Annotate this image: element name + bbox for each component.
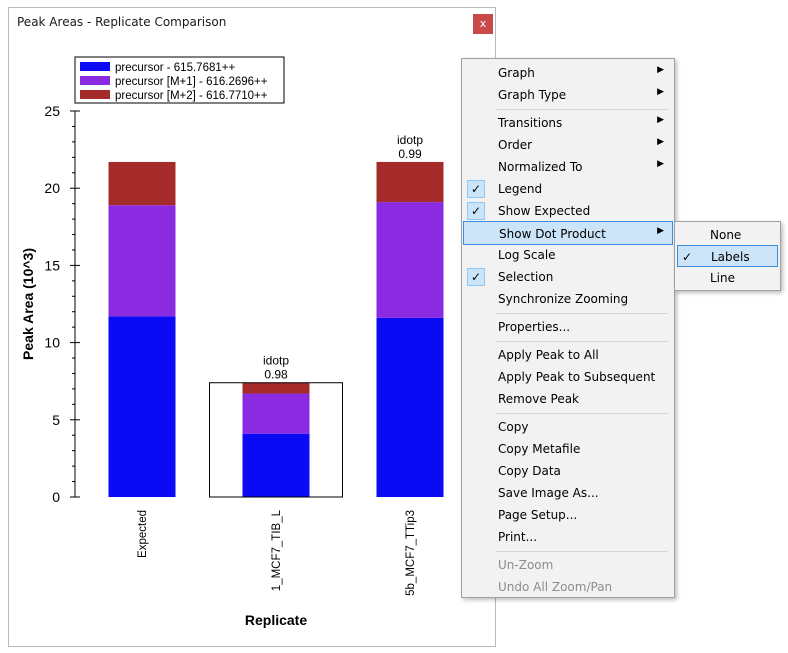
menu-item-log-scale[interactable]: Log Scale bbox=[464, 244, 672, 266]
submenu-item-label: Line bbox=[710, 271, 736, 285]
bar-segment bbox=[242, 433, 310, 497]
bar-segment bbox=[376, 161, 444, 203]
menu-item-order[interactable]: Order ▶ bbox=[464, 134, 672, 156]
y-tick-label: 10 bbox=[44, 335, 60, 351]
menu-item-synchronize-zooming[interactable]: Synchronize Zooming bbox=[464, 288, 672, 310]
submenu-item-labels[interactable]: ✓ Labels bbox=[677, 245, 778, 267]
menu-item-transitions[interactable]: Transitions ▶ bbox=[464, 112, 672, 134]
x-category-label: 5b_MCF7_TTip3 bbox=[405, 510, 417, 596]
menu-item-label: Apply Peak to All bbox=[498, 348, 599, 362]
menu-item-remove-peak[interactable]: Remove Peak bbox=[464, 388, 672, 410]
menu-separator bbox=[496, 313, 668, 314]
menu-item-label: Undo All Zoom/Pan bbox=[498, 580, 613, 594]
menu-item-normalized-to[interactable]: Normalized To ▶ bbox=[464, 156, 672, 178]
x-axis-title: Replicate bbox=[245, 612, 307, 628]
menu-item-label: Order bbox=[498, 138, 533, 152]
dot-product-value: 0.98 bbox=[264, 368, 288, 382]
submenu-item-label: None bbox=[710, 228, 742, 242]
menu-item-properties[interactable]: Properties... bbox=[464, 316, 672, 338]
submenu-arrow-icon: ▶ bbox=[657, 226, 664, 236]
menu-item-label: Normalized To bbox=[498, 160, 583, 174]
menu-item-page-setup[interactable]: Page Setup... bbox=[464, 504, 672, 526]
menu-item-show-expected[interactable]: ✓ Show Expected bbox=[464, 200, 672, 222]
menu-item-print[interactable]: Print... bbox=[464, 526, 672, 548]
y-tick-label: 0 bbox=[52, 489, 60, 505]
checkmark-icon: ✓ bbox=[467, 268, 485, 286]
menu-item-label: Copy bbox=[498, 420, 529, 434]
menu-item-copy[interactable]: Copy bbox=[464, 416, 672, 438]
menu-item-graph[interactable]: Graph ▶ bbox=[464, 62, 672, 84]
y-tick-label: 5 bbox=[52, 412, 60, 428]
menu-item-label: Graph bbox=[498, 66, 535, 80]
menu-item-show-dot-product[interactable]: Show Dot Product ▶ bbox=[463, 221, 673, 245]
menu-item-label: Selection bbox=[498, 270, 554, 284]
checkmark-icon: ✓ bbox=[682, 250, 693, 264]
menu-item-legend[interactable]: ✓ Legend bbox=[464, 178, 672, 200]
dot-product-label: idotp bbox=[263, 354, 289, 368]
menu-item-label: Save Image As... bbox=[498, 486, 599, 500]
submenu-arrow-icon: ▶ bbox=[657, 115, 664, 125]
menu-item-label: Copy Data bbox=[498, 464, 561, 478]
legend-entry: precursor [M+1] - 616.2696++ bbox=[115, 76, 268, 88]
menu-item-label: Remove Peak bbox=[498, 392, 580, 406]
menu-separator bbox=[496, 341, 668, 342]
menu-item-save-image-as[interactable]: Save Image As... bbox=[464, 482, 672, 504]
menu-item-label: Synchronize Zooming bbox=[498, 292, 629, 306]
bar-segment bbox=[108, 316, 176, 497]
menu-separator bbox=[496, 413, 668, 414]
submenu-item-label: Labels bbox=[711, 250, 750, 264]
menu-item-label: Graph Type bbox=[498, 88, 567, 102]
menu-item-label: Show Expected bbox=[498, 204, 591, 218]
menu-item-copy-data[interactable]: Copy Data bbox=[464, 460, 672, 482]
submenu-arrow-icon: ▶ bbox=[657, 137, 664, 147]
menu-item-label: Properties... bbox=[498, 320, 571, 334]
menu-item-graph-type[interactable]: Graph Type ▶ bbox=[464, 84, 672, 106]
show-dot-product-submenu: None ✓ Labels Line bbox=[674, 221, 781, 291]
legend-entry: precursor [M+2] - 616.7710++ bbox=[115, 90, 268, 102]
y-tick-label: 15 bbox=[44, 257, 60, 273]
bar-segment bbox=[108, 205, 176, 317]
checkmark-icon: ✓ bbox=[467, 202, 485, 220]
bar-segment bbox=[108, 161, 176, 206]
legend-entry: precursor - 615.7681++ bbox=[115, 62, 235, 74]
y-axis-title: Peak Area (10^3) bbox=[20, 248, 36, 360]
menu-item-label: Copy Metafile bbox=[498, 442, 581, 456]
menu-item-label: Apply Peak to Subsequent bbox=[498, 370, 656, 384]
y-tick-label: 20 bbox=[44, 180, 60, 196]
menu-item-apply-peak-to-all[interactable]: Apply Peak to All bbox=[464, 344, 672, 366]
menu-item-label: Page Setup... bbox=[498, 508, 578, 522]
legend-swatch bbox=[80, 62, 110, 71]
dot-product-value: 0.99 bbox=[398, 147, 422, 161]
bar-segment bbox=[242, 393, 310, 434]
context-menu: Graph ▶ Graph Type ▶ Transitions ▶ Order… bbox=[461, 58, 675, 598]
menu-separator bbox=[496, 109, 668, 110]
menu-item-copy-metafile[interactable]: Copy Metafile bbox=[464, 438, 672, 460]
menu-item-label: Legend bbox=[498, 182, 543, 196]
menu-item-label: Un-Zoom bbox=[498, 558, 554, 572]
x-category-label: 1_MCF7_TIB_L bbox=[271, 509, 283, 591]
submenu-arrow-icon: ▶ bbox=[657, 65, 664, 75]
x-category-label: Expected bbox=[137, 510, 149, 558]
legend-swatch bbox=[80, 76, 110, 85]
submenu-item-none[interactable]: None bbox=[677, 224, 778, 246]
dot-product-label: idotp bbox=[397, 133, 423, 147]
menu-item-label: Transitions bbox=[498, 116, 563, 130]
submenu-arrow-icon: ▶ bbox=[657, 87, 664, 97]
menu-item-apply-peak-to-subsequent[interactable]: Apply Peak to Subsequent bbox=[464, 366, 672, 388]
y-tick-label: 25 bbox=[44, 103, 60, 119]
bar-segment bbox=[242, 382, 310, 394]
menu-item-selection[interactable]: ✓ Selection bbox=[464, 266, 672, 288]
menu-item-undo-all-zoom-pan: Undo All Zoom/Pan bbox=[464, 576, 672, 598]
menu-item-label: Print... bbox=[498, 530, 538, 544]
submenu-item-line[interactable]: Line bbox=[677, 267, 778, 289]
menu-item-label: Show Dot Product bbox=[499, 227, 606, 241]
menu-item-un-zoom: Un-Zoom bbox=[464, 554, 672, 576]
bar-segment bbox=[376, 317, 444, 497]
menu-separator bbox=[496, 551, 668, 552]
legend-swatch bbox=[80, 90, 110, 99]
bar-segment bbox=[376, 202, 444, 318]
checkmark-icon: ✓ bbox=[467, 180, 485, 198]
menu-item-label: Log Scale bbox=[498, 248, 556, 262]
submenu-arrow-icon: ▶ bbox=[657, 159, 664, 169]
